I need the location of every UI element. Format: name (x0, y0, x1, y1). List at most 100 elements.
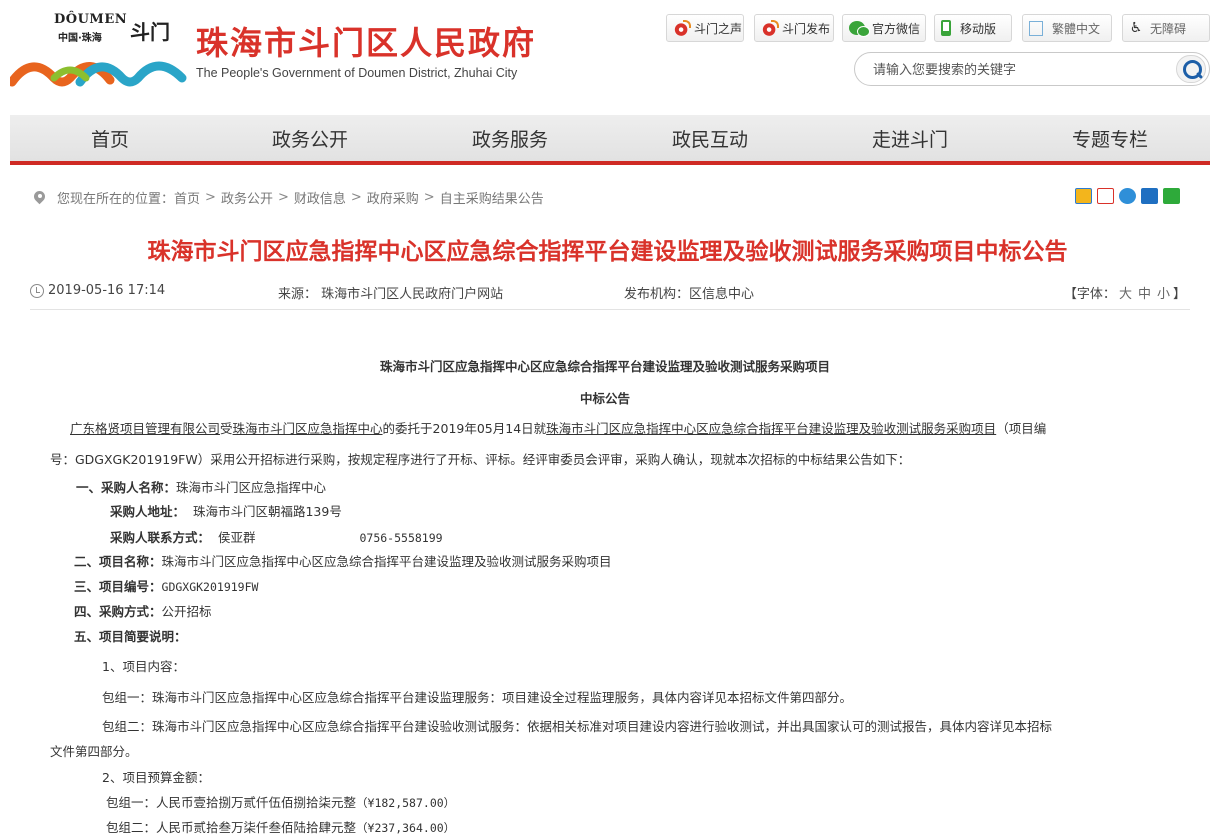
section-procurement-method: 四、采购方式：公开招标 (74, 601, 212, 620)
toplink-label: 斗门发布 (782, 21, 831, 36)
section-label: 五、项目简要说明： (74, 629, 187, 644)
budget-label: 包组二：人民币贰拾叁万柒仟叁佰陆拾肆元整 (106, 820, 357, 835)
nav-about-doumen[interactable]: 走进斗门 (810, 115, 1010, 161)
agency-name: 广东格贤项目管理有限公司 (70, 421, 221, 436)
font-size-switcher: 【字体：大中小】 (1064, 283, 1186, 302)
section-label: 一、采购人名称： (76, 480, 177, 495)
mobile-icon (941, 20, 951, 36)
section-label: 二、项目名称： (74, 554, 162, 569)
section-label: 采购人联系方式： (110, 530, 211, 545)
site-header: DÔUMEN 中国·珠海 斗门 珠海市斗门区人民政府 The People's … (0, 0, 1215, 112)
nav-home[interactable]: 首页 (10, 115, 210, 161)
package-one-description: 包组一：珠海市斗门区应急指挥中心区应急综合指挥平台建设监理服务：项目建设全过程监… (102, 690, 853, 705)
purchaser-address: 采购人地址： 珠海市斗门区朝福路139号 (110, 501, 342, 520)
article-source: 来源： 珠海市斗门区人民政府门户网站 (278, 283, 503, 302)
weibo-share-icon[interactable] (1097, 188, 1114, 204)
intro-text: （项目编 (996, 421, 1047, 436)
font-size-close: 】 (1172, 287, 1186, 302)
toplink-traditional-chinese[interactable]: 繁體中文 (1022, 14, 1112, 42)
source-label: 来源： (278, 287, 318, 302)
budget-package-two: 包组二：人民币贰拾叁万柒仟叁佰陆拾肆元整（¥237,364.00） (106, 817, 455, 836)
breadcrumb-separator: > (423, 190, 435, 205)
search-button[interactable] (1176, 55, 1206, 83)
font-size-large[interactable]: 大 (1119, 287, 1132, 302)
article-org: 发布机构：区信息中心 (624, 283, 754, 302)
package-two-description: 包组二：珠海市斗门区应急指挥中心区应急综合指挥平台建设验收测试服务：依据相关标准… (102, 719, 1053, 734)
body-heading: 珠海市斗门区应急指挥中心区应急综合指挥平台建设监理及验收测试服务采购项目 (379, 359, 830, 374)
main-nav: 首页 政务公开 政务服务 政民互动 走进斗门 专题专栏 (10, 115, 1210, 165)
toplink-official-wechat[interactable]: 官方微信 (842, 14, 926, 42)
project-name-link: 珠海市斗门区应急指挥中心区应急综合指挥平台建设监理及验收测试服务采购项目 (546, 421, 997, 436)
toplink-label: 斗门之声 (694, 21, 743, 36)
article-meta: 2019-05-16 17:14 来源： 珠海市斗门区人民政府门户网站 发布机构… (30, 282, 1190, 310)
site-title: 珠海市斗门区人民政府 (196, 24, 537, 62)
breadcrumb-item-home[interactable]: 首页 (174, 188, 200, 207)
source-value: 珠海市斗门区人民政府门户网站 (321, 287, 504, 302)
section-label: 采购人地址： (110, 504, 186, 519)
search-box (854, 52, 1210, 86)
toplink-label: 官方微信 (872, 21, 921, 36)
budget-label: 包组一：人民币壹拾捌万贰仟伍佰捌拾柒元整 (106, 795, 357, 810)
toplink-mobile[interactable]: 移动版 (934, 14, 1012, 42)
qzone-share-icon[interactable] (1075, 188, 1092, 204)
body-subheading: 中标公告 (579, 391, 630, 406)
traditional-chinese-icon (1029, 20, 1043, 36)
logo-mark-text: 斗门 (130, 20, 170, 44)
nav-government-services[interactable]: 政务服务 (410, 115, 610, 161)
logo-en-text: DÔUMEN (54, 12, 128, 27)
budget-heading: 2、项目预算金额： (102, 770, 210, 785)
publish-date: 2019-05-16 17:14 (48, 283, 166, 298)
breadcrumb-separator: > (350, 190, 362, 205)
wechat-icon (849, 21, 870, 37)
breadcrumb-item-procurement[interactable]: 政府采购 (367, 188, 419, 207)
nav-special-topics[interactable]: 专题专栏 (1010, 115, 1210, 161)
toplink-label: 无障碍 (1150, 21, 1187, 36)
location-pin-icon (34, 191, 45, 205)
intro-paragraph: 广东格贤项目管理有限公司受珠海市斗门区应急指挥中心的委托于2019年05月14日… (70, 418, 1046, 437)
toplink-accessibility[interactable]: ♿ 无障碍 (1122, 14, 1210, 42)
contact-name: 侯亚群 (217, 530, 256, 545)
renren-share-icon[interactable] (1141, 188, 1158, 204)
breadcrumb-item-finance[interactable]: 财政信息 (294, 188, 346, 207)
intro-text: 受 (220, 421, 233, 436)
budget-package-one: 包组一：人民币壹拾捌万贰仟伍佰捌拾柒元整（¥182,587.00） (106, 792, 455, 811)
intro-text: 的委托于2019年05月14日就 (382, 421, 547, 436)
breadcrumb-item-government-affairs[interactable]: 政务公开 (221, 188, 273, 207)
toplink-doumen-voice[interactable]: 斗门之声 (666, 14, 744, 42)
share-buttons (1075, 188, 1180, 204)
tencent-weibo-share-icon[interactable] (1119, 188, 1136, 204)
section-value: GDGXGK201919FW (161, 580, 259, 594)
font-size-small[interactable]: 小 (1157, 287, 1170, 302)
section-value: 公开招标 (161, 604, 212, 619)
toplink-doumen-release[interactable]: 斗门发布 (754, 14, 834, 42)
org-value: 区信息中心 (689, 287, 755, 302)
section-project-name: 二、项目名称：珠海市斗门区应急指挥中心区应急综合指挥平台建设监理及验收测试服务采… (74, 551, 612, 570)
section-value: 珠海市斗门区应急指挥中心区应急综合指挥平台建设监理及验收测试服务采购项目 (161, 554, 612, 569)
logo-waves-icon (10, 61, 187, 87)
breadcrumb-separator: > (205, 190, 216, 205)
weibo-icon (761, 20, 779, 36)
intro-paragraph-line2: 号：GDGXGK201919FW）采用公开招标进行采购，按规定程序进行了开标、评… (50, 452, 911, 467)
section-label: 四、采购方式： (74, 604, 162, 619)
section-value: 珠海市斗门区应急指挥中心 (176, 480, 327, 495)
breadcrumb-item-results[interactable]: 自主采购结果公告 (440, 188, 544, 207)
breadcrumb-separator: > (277, 190, 289, 205)
section-label: 三、项目编号： (74, 579, 162, 594)
toplink-label: 繁體中文 (1052, 21, 1101, 36)
toplink-label: 移动版 (960, 21, 997, 36)
client-name: 珠海市斗门区应急指挥中心 (232, 421, 383, 436)
search-input[interactable] (873, 60, 1163, 80)
font-size-medium[interactable]: 中 (1138, 287, 1151, 302)
weibo-icon (673, 20, 691, 36)
clock-icon (30, 284, 44, 298)
nav-interaction[interactable]: 政民互动 (610, 115, 810, 161)
article-title: 珠海市斗门区应急指挥中心区应急综合指挥平台建设监理及验收测试服务采购项目中标公告 (147, 239, 1068, 265)
site-subtitle: The People's Government of Doumen Distri… (196, 66, 518, 80)
breadcrumb-prefix: 您现在所在的位置： (57, 192, 175, 207)
nav-government-affairs[interactable]: 政务公开 (210, 115, 410, 161)
wechat-share-icon[interactable] (1163, 188, 1180, 204)
doumen-logo[interactable]: DÔUMEN 中国·珠海 斗门 (10, 12, 190, 90)
contact-phone: 0756-5558199 (359, 531, 443, 545)
accessibility-icon: ♿ (1129, 20, 1143, 36)
budget-amount: （¥182,587.00） (356, 796, 456, 810)
